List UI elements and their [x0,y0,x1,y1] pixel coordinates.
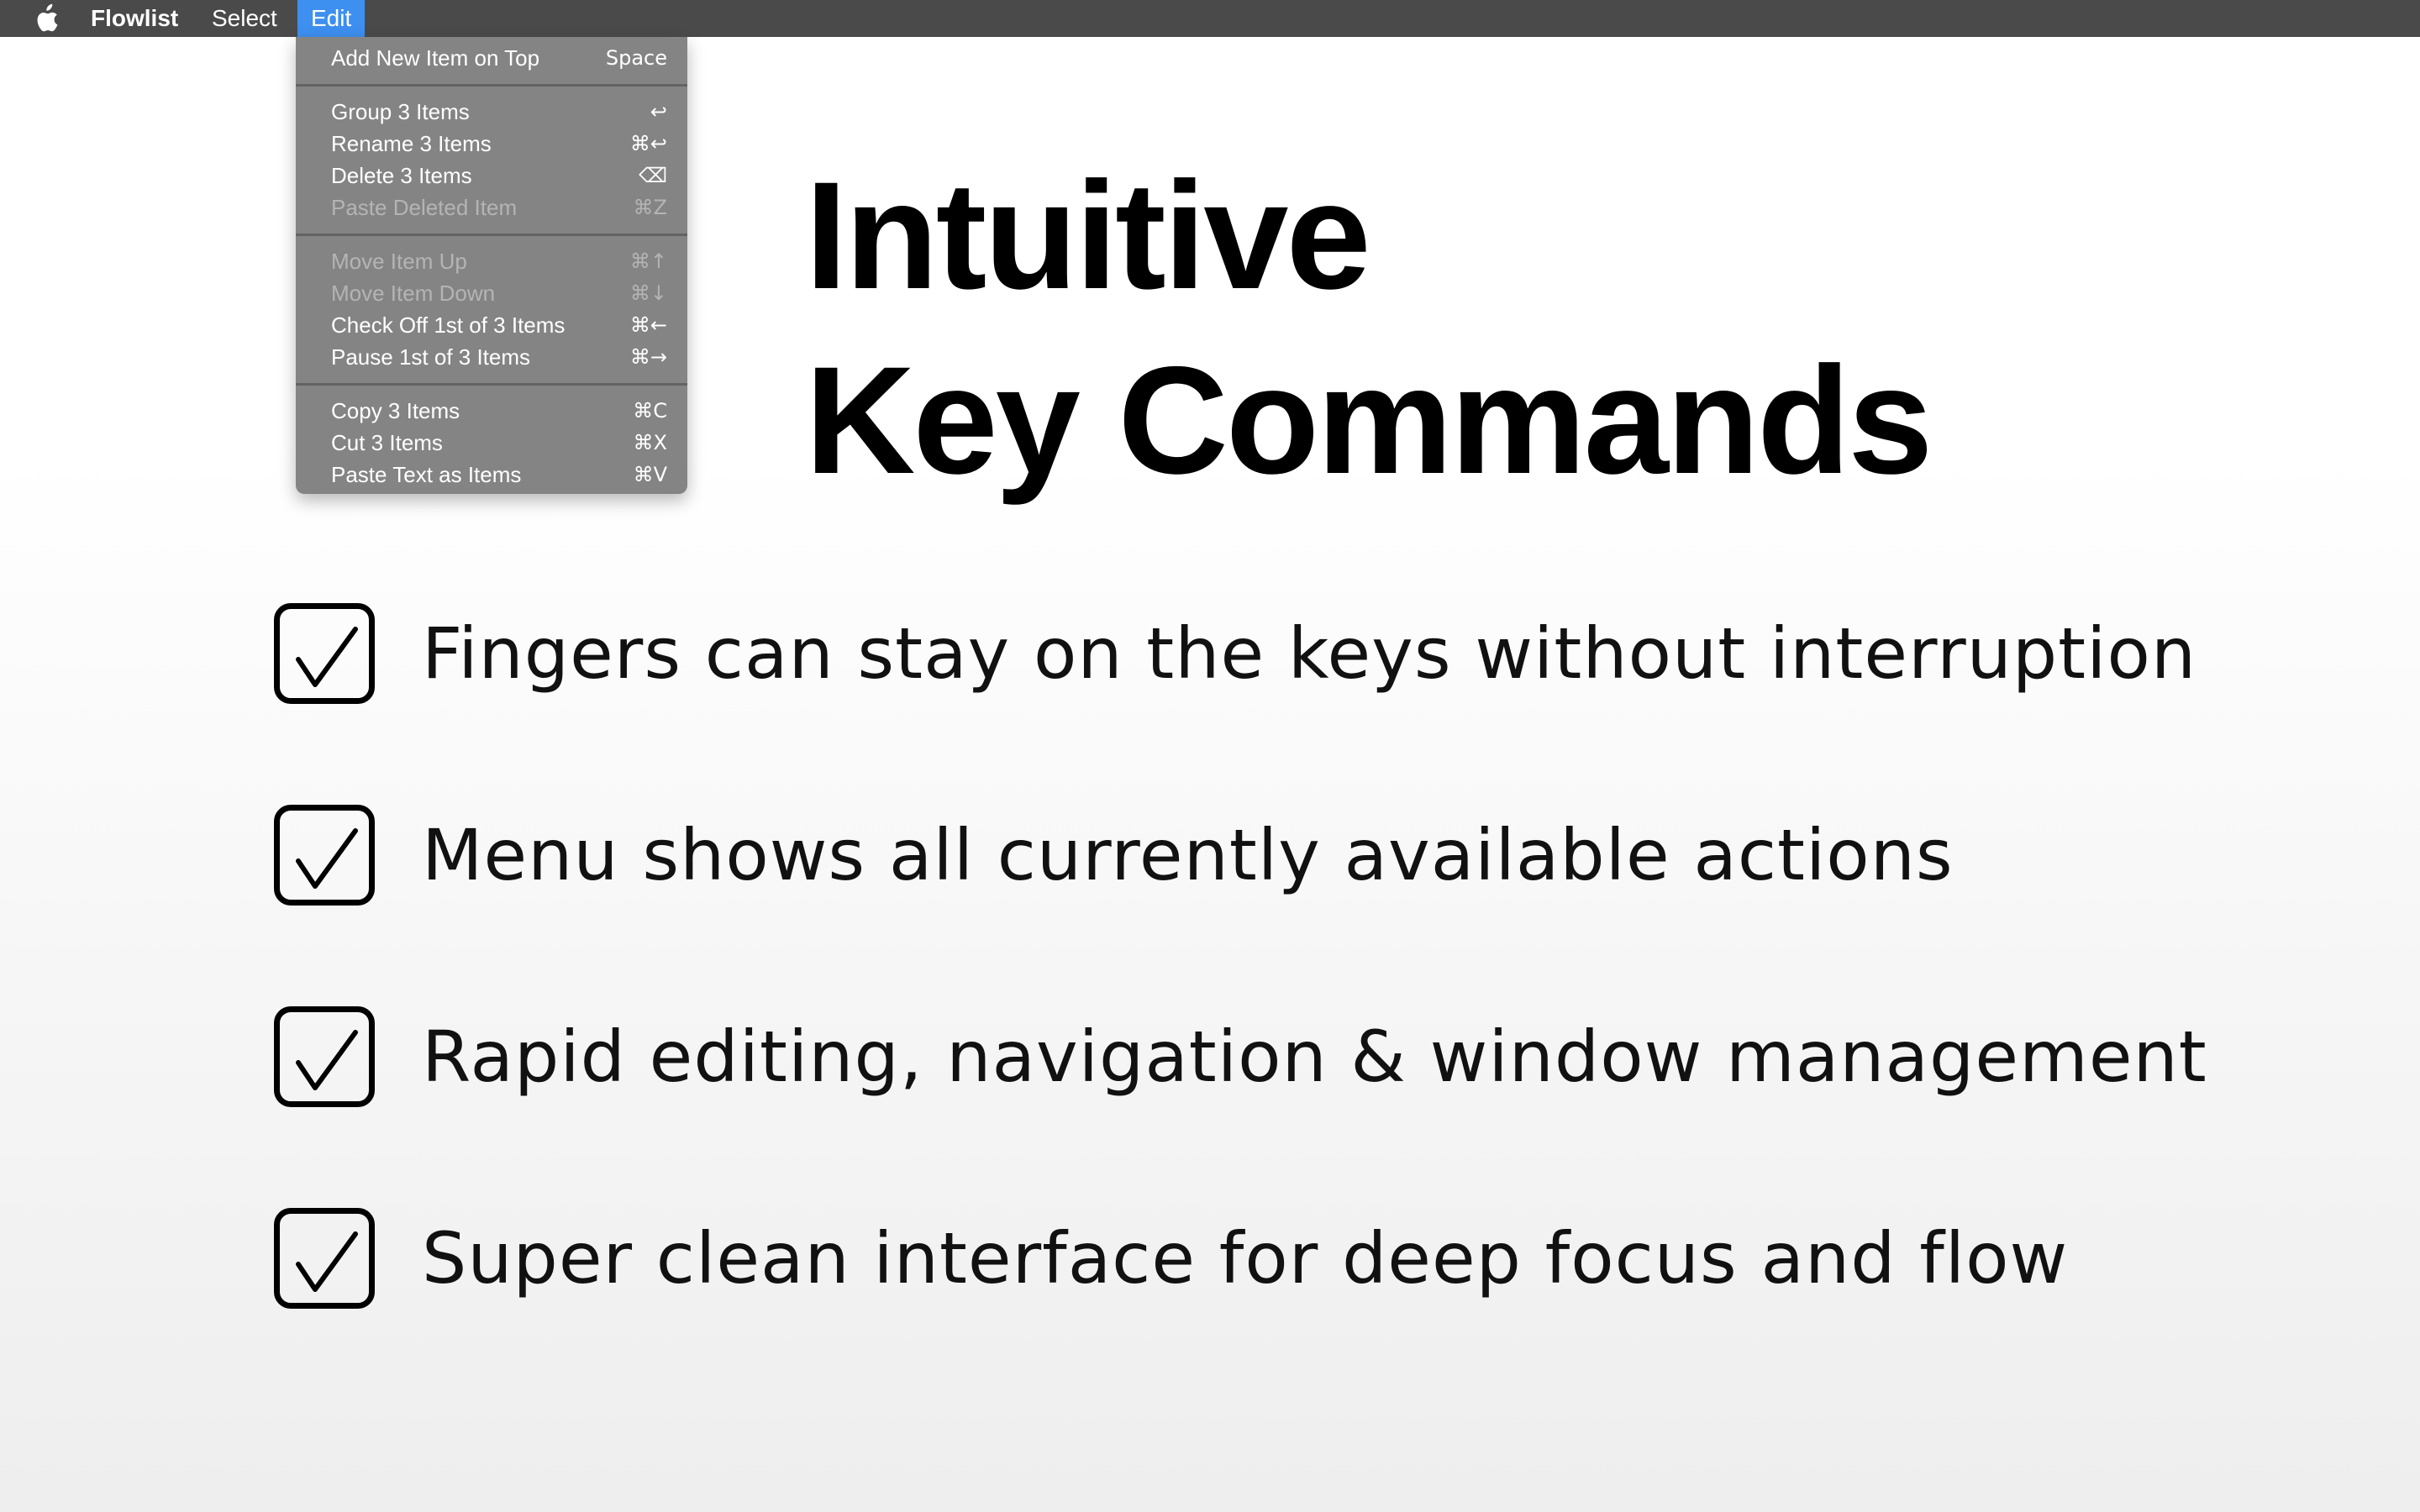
menu-item-label: Add New Item on Top [331,45,540,71]
menu-item-shortcut: ⌫ [639,164,667,187]
menu-item-shortcut: ⌘C [633,399,667,423]
hero-title-line-2: Key Commands [805,334,1933,506]
edit-dropdown-menu: Add New Item on Top Space Group 3 Items … [296,37,687,494]
menu-item-shortcut: ↩ [650,100,667,123]
menu-item-shortcut: ⌘→ [629,345,667,369]
menu-select[interactable]: Select [200,0,289,37]
menu-item-delete-items[interactable]: Delete 3 Items ⌫ [296,160,687,192]
menu-separator [296,84,687,87]
feature-item: Menu shows all currently available actio… [274,801,2207,909]
menu-item-pause[interactable]: Pause 1st of 3 Items ⌘→ [296,341,687,373]
menu-item-copy-items[interactable]: Copy 3 Items ⌘C [296,395,687,427]
menu-item-move-item-down: Move Item Down ⌘↓ [296,277,687,309]
menu-item-label: Move Item Down [331,281,496,306]
menu-item-label: Check Off 1st of 3 Items [331,312,566,338]
menu-item-label: Move Item Up [331,249,467,274]
feature-text: Super clean interface for deep focus and… [422,1217,2069,1299]
apple-logo-icon[interactable] [34,3,59,34]
menu-separator [296,234,687,236]
hero-title-line-1: Intuitive [805,150,1371,321]
checkbox [274,1006,375,1107]
feature-item: Super clean interface for deep focus and… [274,1205,2207,1312]
menu-item-add-new-item-on-top[interactable]: Add New Item on Top Space [296,42,687,74]
menu-app-name[interactable]: Flowlist [79,0,190,37]
checkmark-icon [296,1231,358,1292]
menu-item-shortcut: ⌘↑ [629,249,667,273]
feature-text: Rapid editing, navigation & window manag… [422,1016,2207,1098]
menu-separator [296,383,687,386]
menu-item-group-items[interactable]: Group 3 Items ↩ [296,96,687,128]
feature-text: Menu shows all currently available actio… [422,814,1954,896]
feature-text: Fingers can stay on the keys without int… [422,612,2197,695]
menu-item-check-off[interactable]: Check Off 1st of 3 Items ⌘← [296,309,687,341]
menu-item-label: Paste Text as Items [331,462,522,487]
hero-title: Intuitive Key Commands [805,143,1933,512]
menu-item-shortcut: ⌘↩ [629,132,667,155]
menu-item-shortcut: ⌘← [629,313,667,337]
menu-item-label: Group 3 Items [331,99,470,124]
checkbox [274,603,375,704]
feature-item: Fingers can stay on the keys without int… [274,600,2207,707]
feature-item: Rapid editing, navigation & window manag… [274,1003,2207,1110]
menu-item-label: Rename 3 Items [331,131,492,156]
menu-item-shortcut: ⌘X [633,431,667,454]
checkbox [274,1208,375,1309]
menu-item-paste-text-as-items[interactable]: Paste Text as Items ⌘V [296,459,687,491]
menu-item-label: Delete 3 Items [331,163,472,188]
menu-item-rename-items[interactable]: Rename 3 Items ⌘↩ [296,128,687,160]
menu-item-move-item-up: Move Item Up ⌘↑ [296,245,687,277]
checkbox [274,805,375,906]
menu-edit[interactable]: Edit [297,0,366,37]
menu-item-paste-deleted-item: Paste Deleted Item ⌘Z [296,192,687,223]
menu-item-shortcut: Space [605,46,667,70]
menu-item-label: Pause 1st of 3 Items [331,344,531,370]
menu-item-shortcut: ⌘V [633,463,667,486]
menu-item-label: Copy 3 Items [331,398,460,423]
menu-item-label: Cut 3 Items [331,430,443,455]
menu-item-shortcut: ⌘↓ [629,281,667,305]
feature-list: Fingers can stay on the keys without int… [274,600,2207,1406]
menu-item-shortcut: ⌘Z [633,196,667,219]
menu-item-label: Paste Deleted Item [331,195,518,220]
menu-bar: Flowlist Select Edit [0,0,2420,37]
menu-item-cut-items[interactable]: Cut 3 Items ⌘X [296,427,687,459]
checkmark-icon [296,627,358,687]
checkmark-icon [296,828,358,889]
checkmark-icon [296,1030,358,1090]
